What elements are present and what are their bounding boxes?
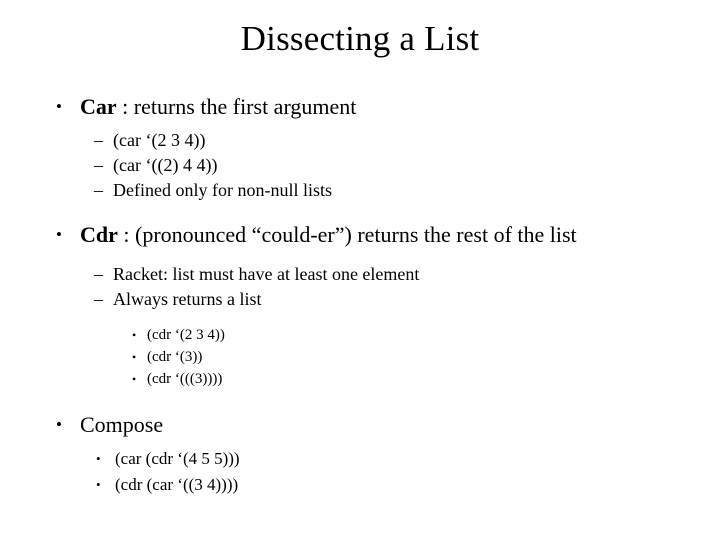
- bullet-compose: • Compose: [0, 410, 720, 440]
- bullet-car-note: – Defined only for non-null lists: [0, 178, 720, 203]
- dash-bullet-icon: –: [94, 130, 103, 150]
- bullet-car-example-1-text: (car ‘(2 3 4)): [113, 130, 206, 150]
- round-bullet-icon: •: [96, 451, 101, 466]
- bullet-cdr-example-2: • (cdr ‘(3)): [0, 346, 720, 368]
- dash-bullet-icon: –: [94, 264, 103, 284]
- round-bullet-icon: •: [96, 477, 101, 492]
- bullet-car-text: Car : returns the first argument: [80, 92, 666, 122]
- presentation-slide: Dissecting a List • Car : returns the fi…: [0, 0, 720, 540]
- bullet-compose-example-2-text: (cdr (car ‘((3 4)))): [115, 475, 239, 494]
- bullet-compose-example-1-text: (car (cdr ‘(4 5 5))): [115, 449, 240, 468]
- slide-title: Dissecting a List: [240, 19, 480, 58]
- slide-body: • Car : returns the first argument – (ca…: [0, 92, 720, 498]
- bullet-cdr-example-1: • (cdr ‘(2 3 4)): [0, 324, 720, 346]
- round-bullet-icon: •: [56, 225, 62, 244]
- bullet-cdr-note-2: – Always returns a list: [0, 287, 720, 312]
- round-bullet-icon: •: [132, 350, 137, 364]
- bullet-compose-text: Compose: [80, 412, 164, 437]
- bullet-car-example-2: – (car ‘((2) 4 4)): [0, 153, 720, 178]
- bullet-cdr: • Cdr : (pronounced “could-er”) returns …: [0, 220, 720, 250]
- keyword-cdr: Cdr: [80, 222, 118, 247]
- bullet-cdr-note-2-text: Always returns a list: [113, 289, 262, 309]
- bullet-cdr-example-1-text: (cdr ‘(2 3 4)): [147, 327, 225, 343]
- keyword-car: Car: [80, 94, 117, 119]
- round-bullet-icon: •: [132, 328, 137, 342]
- round-bullet-icon: •: [56, 97, 62, 116]
- round-bullet-icon: •: [132, 372, 137, 386]
- bullet-car-note-text: Defined only for non-null lists: [113, 180, 332, 200]
- bullet-compose-example-1: • (car (cdr ‘(4 5 5))): [0, 446, 720, 472]
- dash-bullet-icon: –: [94, 155, 103, 175]
- bullet-cdr-note-1-text: Racket: list must have at least one elem…: [113, 264, 420, 284]
- bullet-car-desc: : returns the first argument: [116, 94, 357, 119]
- bullet-car-example-2-text: (car ‘((2) 4 4)): [113, 155, 218, 175]
- bullet-cdr-example-2-text: (cdr ‘(3)): [147, 349, 203, 365]
- dash-bullet-icon: –: [94, 180, 103, 200]
- bullet-cdr-text: Cdr : (pronounced “could-er”) returns th…: [80, 220, 666, 250]
- bullet-cdr-note-1: – Racket: list must have at least one el…: [0, 262, 720, 287]
- bullet-cdr-example-3: • (cdr ‘(((3)))): [0, 368, 720, 390]
- bullet-cdr-desc: : (pronounced “could-er”) returns the re…: [117, 222, 577, 247]
- bullet-compose-example-2: • (cdr (car ‘((3 4)))): [0, 472, 720, 498]
- bullet-cdr-example-3-text: (cdr ‘(((3)))): [147, 371, 223, 387]
- dash-bullet-icon: –: [94, 289, 103, 309]
- round-bullet-icon: •: [56, 415, 62, 434]
- bullet-car: • Car : returns the first argument: [0, 92, 720, 122]
- bullet-car-example-1: – (car ‘(2 3 4)): [0, 128, 720, 153]
